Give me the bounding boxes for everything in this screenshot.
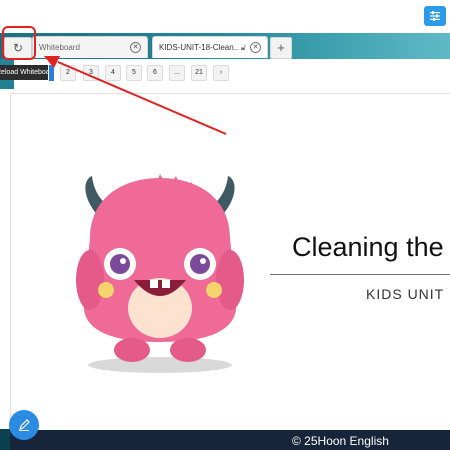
page-button[interactable]: 4 bbox=[105, 65, 121, 81]
reload-tooltip: Reload Whiteboard bbox=[0, 65, 48, 80]
unlock-icon[interactable]: 🔓︎ bbox=[241, 43, 246, 53]
page-button[interactable]: 21 bbox=[191, 65, 207, 81]
pen-tool-button[interactable] bbox=[9, 410, 39, 440]
page-button[interactable]: 3 bbox=[83, 65, 99, 81]
chevron-right-icon: › bbox=[219, 69, 223, 76]
close-circle-icon[interactable]: ✕ bbox=[250, 42, 261, 53]
footer-copyright: © 25Hoon English bbox=[292, 434, 389, 448]
page-button[interactable]: 6 bbox=[147, 65, 163, 81]
current-page-button[interactable] bbox=[49, 65, 54, 81]
slide-title: Cleaning the bbox=[292, 232, 444, 262]
plus-icon: + bbox=[277, 40, 285, 55]
annotation-highlight-box bbox=[2, 26, 36, 60]
slide-subtitle: KIDS UNIT bbox=[366, 286, 445, 302]
tab-label: Whiteboard bbox=[39, 43, 80, 52]
next-page-button[interactable]: › bbox=[213, 65, 229, 81]
close-circle-icon[interactable]: ✕ bbox=[130, 42, 141, 53]
page-button[interactable]: 5 bbox=[126, 65, 142, 81]
page-button[interactable]: 2 bbox=[60, 65, 76, 81]
tab-label: KIDS-UNIT-18-Clean... bbox=[159, 43, 239, 52]
tab-kids-unit-18[interactable]: KIDS-UNIT-18-Clean... 🔓︎ ✕ bbox=[152, 36, 268, 58]
add-tab-button[interactable]: + bbox=[270, 37, 292, 59]
tab-whiteboard[interactable]: Whiteboard ✕ bbox=[32, 36, 148, 58]
page-ellipsis: ... bbox=[169, 65, 185, 81]
settings-button[interactable] bbox=[424, 6, 446, 26]
settings-sliders-icon bbox=[430, 11, 440, 21]
page-navigation-bar bbox=[14, 59, 450, 89]
monster-illustration bbox=[76, 174, 244, 373]
top-bar bbox=[0, 0, 450, 33]
pen-icon bbox=[19, 419, 30, 431]
title-divider bbox=[270, 274, 450, 275]
